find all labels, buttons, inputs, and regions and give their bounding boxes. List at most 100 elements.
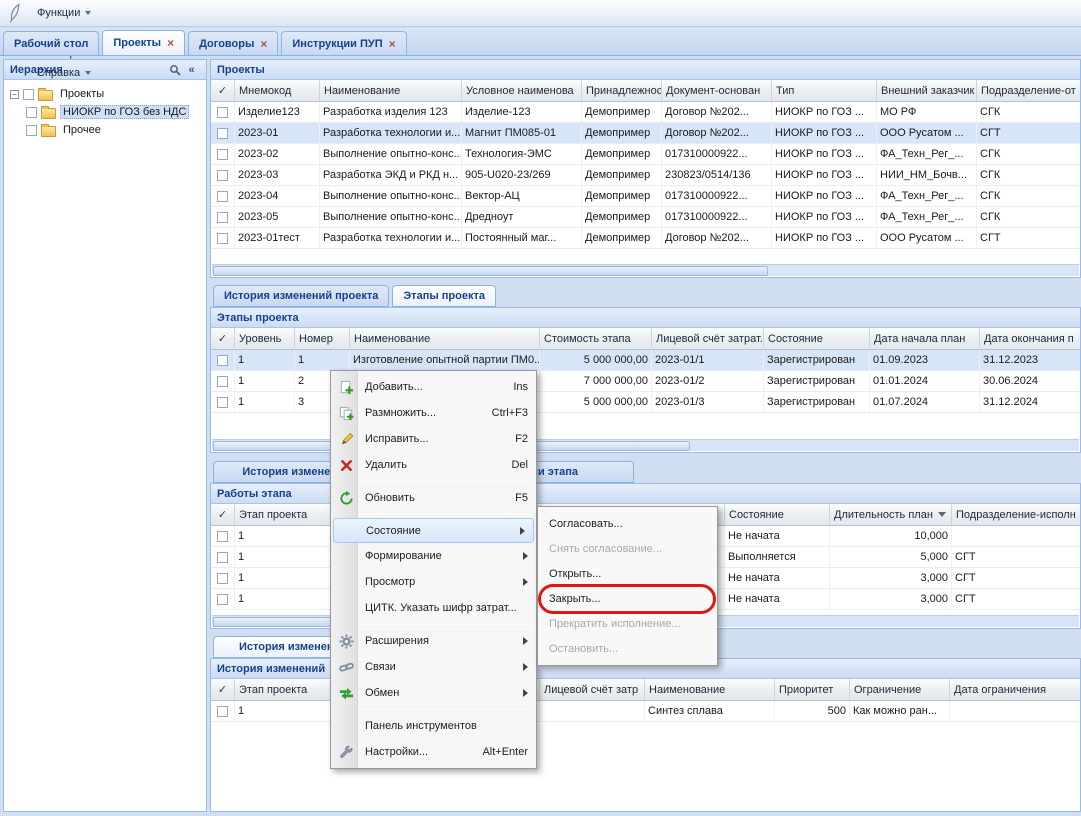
menu-item[interactable]: Исправить...F2 — [331, 426, 536, 452]
table-row[interactable]: 11Изготовление опытной партии ПМ0...5 00… — [211, 350, 1080, 371]
column-header[interactable]: Тип — [772, 80, 877, 102]
cell: 905-U020-23/269 — [462, 165, 582, 185]
collapse-panel-icon[interactable]: « — [183, 62, 200, 78]
tab[interactable]: Проекты× — [102, 30, 185, 55]
column-header[interactable]: Условное наименова — [462, 80, 582, 102]
menu-item[interactable]: Настройки...Alt+Enter — [331, 739, 536, 765]
column-header[interactable]: Дата ограничения — [950, 679, 1081, 701]
cell: СГТ — [977, 123, 1081, 143]
row-checkbox[interactable] — [217, 376, 228, 387]
column-header[interactable]: Ограничение — [850, 679, 950, 701]
row-checkbox[interactable] — [217, 573, 228, 584]
column-header[interactable]: Мнемокод — [235, 80, 320, 102]
menu-item[interactable]: ЦИТК. Указать шифр затрат... — [331, 595, 536, 621]
column-header[interactable]: Лицевой счёт затр — [540, 679, 645, 701]
column-header[interactable]: Дата окончания п — [980, 328, 1081, 350]
row-checkbox[interactable] — [217, 170, 228, 181]
column-header[interactable]: Принадлежность — [582, 80, 662, 102]
table-row[interactable]: Изделие123Разработка изделия 123Изделие-… — [211, 102, 1080, 123]
submenu-item[interactable]: Закрыть... — [538, 586, 717, 611]
column-header[interactable]: Длительность план — [830, 504, 952, 526]
table-row[interactable]: 2023-02Выполнение опытно-конс...Технолог… — [211, 144, 1080, 165]
row-checkbox[interactable] — [217, 233, 228, 244]
tree-item[interactable]: НИОКР по ГОЗ без НДС — [6, 103, 204, 121]
tab[interactable]: Договоры× — [188, 31, 278, 55]
column-header[interactable]: Лицевой счёт затрат. — [652, 328, 764, 350]
column-header[interactable]: Подразделение-исполн — [952, 504, 1081, 526]
find-icon[interactable] — [166, 62, 183, 78]
row-checkbox[interactable] — [217, 149, 228, 160]
menu-item[interactable]: Панель инструментов — [331, 713, 536, 739]
column-header[interactable]: Стоимость этапа — [540, 328, 652, 350]
submenu-item[interactable]: Согласовать... — [538, 511, 717, 536]
menubar-item-label: Справка — [37, 67, 80, 79]
scrollbar-thumb[interactable] — [213, 266, 768, 276]
column-header[interactable]: Наименование — [645, 679, 775, 701]
row-checkbox[interactable] — [217, 531, 228, 542]
row-checkbox[interactable] — [217, 706, 228, 717]
workspace-tabbar: Рабочий столПроекты×Договоры×Инструкции … — [0, 28, 1081, 56]
horizontal-scrollbar[interactable] — [212, 264, 1079, 276]
column-header[interactable]: Состояние — [764, 328, 870, 350]
tree-item[interactable]: Прочее — [6, 121, 204, 139]
select-all-header[interactable]: ✓ — [211, 80, 235, 102]
row-checkbox[interactable] — [217, 128, 228, 139]
tab[interactable]: История изменений проекта — [213, 285, 389, 307]
column-header[interactable]: Состояние — [725, 504, 830, 526]
column-header[interactable]: Наименование — [320, 80, 462, 102]
tab-close-icon[interactable]: × — [167, 38, 174, 48]
menu-item[interactable]: Формирование — [331, 543, 536, 569]
table-row[interactable]: 2023-01Разработка технологии и...Магнит … — [211, 123, 1080, 144]
menu-item[interactable]: Расширения — [331, 628, 536, 654]
menu-item[interactable]: Связи — [331, 654, 536, 680]
column-header[interactable]: Этап проекта — [235, 504, 335, 526]
tab-close-icon[interactable]: × — [389, 39, 396, 49]
menubar-item[interactable]: Функции — [29, 3, 113, 23]
tree-checkbox[interactable] — [26, 125, 37, 136]
column-header[interactable]: Подразделение-от — [977, 80, 1081, 102]
tab[interactable]: Рабочий стол — [3, 31, 99, 55]
tab[interactable]: Инструкции ПУП× — [281, 31, 406, 55]
select-all-header[interactable]: ✓ — [211, 328, 235, 350]
menu-item[interactable]: ОбновитьF5 — [331, 485, 536, 511]
table-row[interactable]: 2023-03Разработка ЭКД и РКД н...905-U020… — [211, 165, 1080, 186]
select-all-header[interactable]: ✓ — [211, 504, 235, 526]
table-row[interactable]: 2023-04Выполнение опытно-конс...Вектор-А… — [211, 186, 1080, 207]
menu-item[interactable]: УдалитьDel — [331, 452, 536, 478]
row-checkbox[interactable] — [217, 552, 228, 563]
row-checkbox[interactable] — [217, 594, 228, 605]
row-checkbox[interactable] — [217, 355, 228, 366]
column-header[interactable]: Номер — [295, 328, 350, 350]
column-header[interactable]: Приоритет — [775, 679, 850, 701]
column-header[interactable]: Наименование — [350, 328, 540, 350]
column-header[interactable]: Внешний заказчик — [877, 80, 977, 102]
menubar-item[interactable]: Справка — [29, 63, 113, 83]
tree-item[interactable]: −Проекты — [6, 85, 204, 103]
menu-item[interactable]: Обмен — [331, 680, 536, 706]
column-header[interactable]: Этап проекта — [235, 679, 335, 701]
column-header-label: Подразделение-исполн — [956, 509, 1076, 521]
select-all-header[interactable]: ✓ — [211, 679, 235, 701]
submenu-item[interactable]: Открыть... — [538, 561, 717, 586]
projects-panel-title: Проекты — [211, 60, 1080, 80]
menu-item[interactable]: Просмотр — [331, 569, 536, 595]
tab-close-icon[interactable]: × — [260, 39, 267, 49]
row-checkbox[interactable] — [217, 397, 228, 408]
column-header[interactable]: Документ-основан — [662, 80, 772, 102]
menu-item[interactable]: Добавить...Ins — [331, 374, 536, 400]
column-header-label: Внешний заказчик — [881, 85, 974, 97]
tree-checkbox[interactable] — [23, 89, 34, 100]
row-checkbox[interactable] — [217, 107, 228, 118]
column-header-label: Номер — [299, 333, 333, 345]
column-header[interactable]: Дата начала план — [870, 328, 980, 350]
table-row[interactable]: 2023-01тестРазработка технологии и...Пос… — [211, 228, 1080, 249]
column-header[interactable]: Уровень — [235, 328, 295, 350]
row-checkbox[interactable] — [217, 212, 228, 223]
menu-item[interactable]: Размножить...Ctrl+F3 — [331, 400, 536, 426]
menu-item[interactable]: Состояние — [333, 518, 534, 543]
tree-expander-icon[interactable]: − — [10, 90, 19, 99]
table-row[interactable]: 2023-05Выполнение опытно-конс...Дредноут… — [211, 207, 1080, 228]
tab[interactable]: Этапы проекта — [392, 285, 496, 307]
row-checkbox[interactable] — [217, 191, 228, 202]
tree-checkbox[interactable] — [26, 107, 37, 118]
